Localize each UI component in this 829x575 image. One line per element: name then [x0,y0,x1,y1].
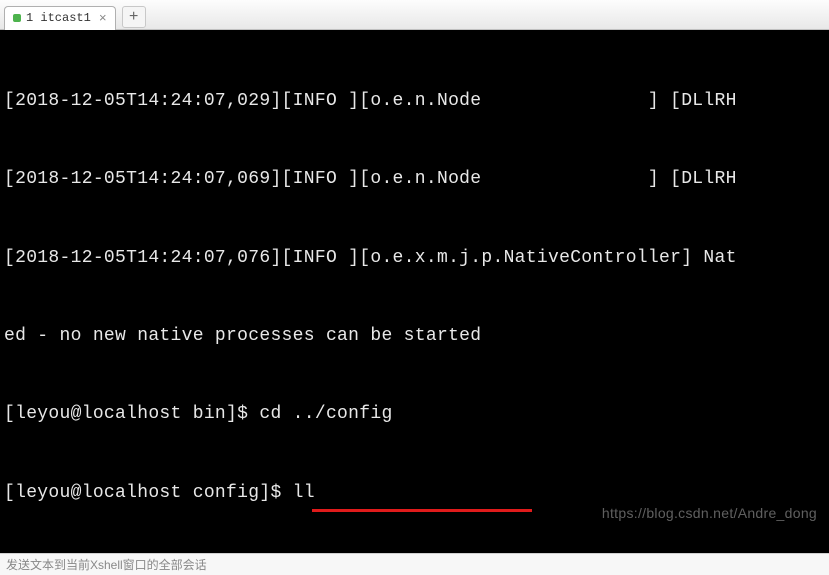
close-icon[interactable]: × [99,11,107,26]
terminal-line: [leyou@localhost bin]$ cd ../config [4,401,825,427]
status-text: 发送文本到当前Xshell窗口的全部会话 [6,556,207,573]
plus-icon: + [129,8,139,26]
app-window: 1 itcast1 × + [2018-12-05T14:24:07,029][… [0,0,829,575]
terminal-line: [leyou@localhost config]$ ll [4,480,825,506]
terminal-line: [2018-12-05T14:24:07,069][INFO ][o.e.n.N… [4,166,825,192]
annotation-underline [312,509,532,512]
tab-session-1[interactable]: 1 itcast1 × [4,6,116,30]
status-bar: 发送文本到当前Xshell窗口的全部会话 [0,553,829,575]
terminal-line: ed - no new native processes can be star… [4,323,825,349]
connection-status-icon [13,14,21,22]
watermark-text: https://blog.csdn.net/Andre_dong [602,503,817,523]
terminal-line: [2018-12-05T14:24:07,029][INFO ][o.e.n.N… [4,88,825,114]
tab-label: 1 itcast1 [26,11,91,25]
add-tab-button[interactable]: + [122,6,146,28]
terminal-line: [2018-12-05T14:24:07,076][INFO ][o.e.x.m… [4,245,825,271]
terminal-pane[interactable]: [2018-12-05T14:24:07,029][INFO ][o.e.n.N… [0,30,829,553]
tab-bar: 1 itcast1 × + [0,0,829,30]
